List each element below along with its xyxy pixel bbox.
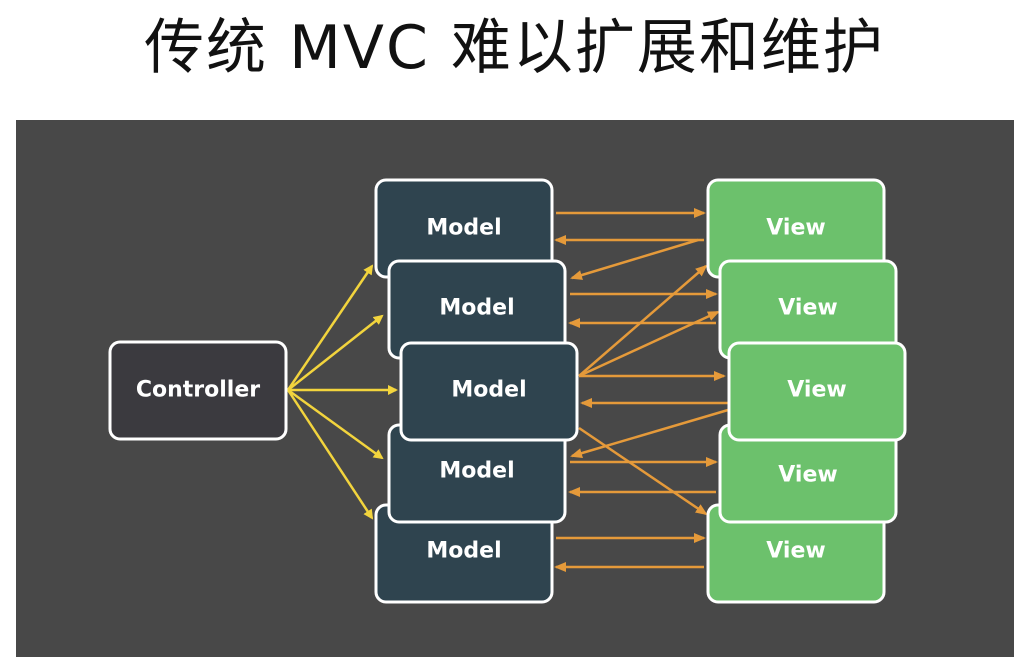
model-label-2: Model: [439, 296, 514, 321]
model3-to-view5-arrow: [578, 426, 708, 516]
model-label-1: Model: [426, 216, 501, 241]
view-label-5: View: [766, 539, 825, 564]
controller-node[interactable]: Controller: [108, 340, 288, 441]
page-title: 传统 MVC 难以扩展和维护: [144, 13, 885, 83]
view-label-1: View: [766, 216, 825, 241]
model-node-3[interactable]: Model: [399, 341, 579, 442]
model-view-arrows: [554, 208, 729, 572]
model3-to-view2-arrow: [578, 310, 720, 378]
controller-to-model-2-arrow: [287, 314, 384, 391]
model-label-5: Model: [426, 539, 501, 564]
view-label-3: View: [787, 378, 846, 403]
controller-to-model-4-arrow: [287, 388, 384, 460]
model3-to-view1-arrow: [578, 264, 708, 377]
model-label-3: Model: [451, 378, 526, 403]
controller-arrows: [286, 264, 398, 520]
view-label-2: View: [778, 296, 837, 321]
model-label-4: Model: [439, 459, 514, 484]
controller-to-model-5-arrow: [286, 389, 374, 520]
controller-label: Controller: [136, 378, 260, 403]
view-label-4: View: [778, 463, 837, 488]
view-node-3[interactable]: View: [727, 341, 907, 442]
diagram-canvas: Controller Model Model Model Model Model…: [16, 120, 1014, 657]
view1-to-model2-arrow: [570, 238, 699, 280]
controller-to-model-1-arrow: [286, 264, 374, 391]
view3-to-model4-arrow: [570, 408, 729, 458]
mvc-diagram: Controller Model Model Model Model Model…: [108, 178, 907, 604]
